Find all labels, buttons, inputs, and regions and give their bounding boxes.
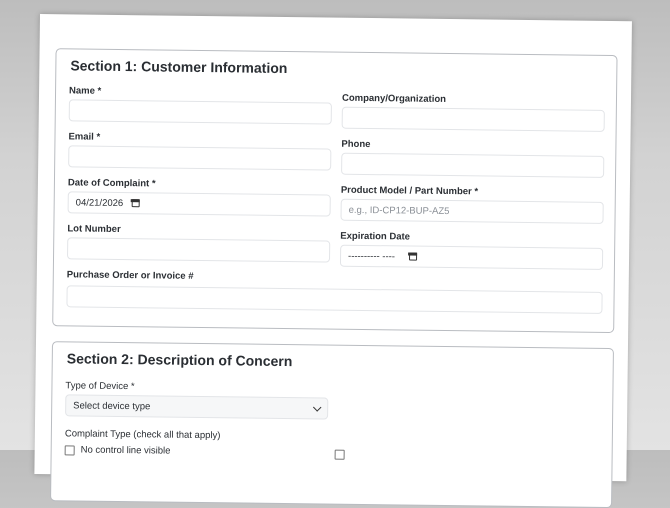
customer-information-section: Section 1: Customer Information Name * C… xyxy=(52,48,618,334)
calendar-icon[interactable] xyxy=(131,199,140,208)
complaint-option[interactable] xyxy=(334,449,351,460)
purchase-order-label: Purchase Order or Invoice # xyxy=(66,269,194,282)
lot-number-input[interactable] xyxy=(67,237,331,263)
product-model-placeholder: e.g., ID-CP12-BUP-AZ5 xyxy=(348,204,450,217)
device-type-label: Type of Device * xyxy=(65,380,135,393)
expiration-date-value: ---------- ---- xyxy=(348,250,396,262)
product-model-input[interactable]: e.g., ID-CP12-BUP-AZ5 xyxy=(340,198,604,224)
complaint-option[interactable]: No control line visible xyxy=(64,444,171,457)
name-label: Name * xyxy=(68,85,102,97)
phone-input[interactable] xyxy=(341,152,605,178)
complaint-type-label: Complaint Type (check all that apply) xyxy=(64,428,221,442)
description-of-concern-section: Section 2: Description of Concern Type o… xyxy=(50,341,614,508)
form-page: Section 1: Customer Information Name * C… xyxy=(34,14,632,508)
purchase-order-input[interactable] xyxy=(66,285,603,314)
lot-number-label: Lot Number xyxy=(67,223,121,236)
date-of-complaint-value: 04/21/2026 xyxy=(75,196,124,209)
calendar-icon[interactable] xyxy=(408,252,418,261)
section-1-title: Section 1: Customer Information xyxy=(70,57,288,77)
product-model-label: Product Model / Part Number * xyxy=(340,184,479,198)
email-input[interactable] xyxy=(68,145,332,171)
device-type-value: Select device type xyxy=(73,399,151,412)
expiration-date-label: Expiration Date xyxy=(340,230,411,243)
expiration-date-input[interactable]: ---------- ---- xyxy=(339,244,604,270)
company-input[interactable] xyxy=(341,106,605,132)
date-of-complaint-label: Date of Complaint * xyxy=(67,177,156,190)
chevron-down-icon xyxy=(312,402,322,412)
date-of-complaint-input[interactable]: 04/21/2026 xyxy=(67,191,331,217)
name-input[interactable] xyxy=(68,99,332,125)
section-2-title: Section 2: Description of Concern xyxy=(66,350,293,370)
device-type-select[interactable]: Select device type xyxy=(65,394,329,420)
checkbox[interactable] xyxy=(334,449,345,460)
email-label: Email * xyxy=(68,131,101,143)
complaint-option-label: No control line visible xyxy=(80,444,171,457)
company-label: Company/Organization xyxy=(341,92,447,105)
phone-label: Phone xyxy=(341,138,371,151)
